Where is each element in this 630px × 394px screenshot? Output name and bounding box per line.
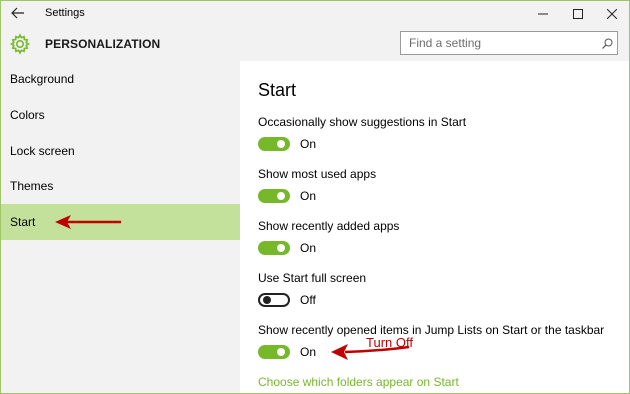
title-bar: Settings (1, 1, 629, 27)
sidebar-item-label: Background (10, 72, 75, 86)
sidebar-item-label: Start (10, 215, 36, 229)
sidebar: Background Colors Lock screen Themes Sta… (1, 61, 240, 393)
back-arrow-icon (11, 7, 24, 19)
toggle-state-label: Off (300, 293, 316, 307)
page-header: PERSONALIZATION (1, 27, 629, 61)
toggle-state-label: On (300, 189, 317, 203)
setting-recently-added-label: Show recently added apps (258, 219, 400, 233)
settings-window: Settings PERSONALIZATION Find a setting … (0, 0, 630, 394)
toggle-state-label: On (300, 345, 317, 359)
recently-added-apps-toggle[interactable] (258, 241, 290, 255)
close-icon (607, 9, 617, 19)
search-box[interactable] (400, 31, 618, 55)
page-title: PERSONALIZATION (45, 37, 161, 51)
gear-icon (9, 33, 31, 55)
toggle-knob (277, 244, 285, 252)
close-button[interactable] (595, 1, 629, 27)
toggle-knob (263, 296, 271, 304)
suggestions-toggle[interactable] (258, 137, 290, 151)
annotation-label: Turn Off (366, 335, 413, 350)
maximize-button[interactable] (561, 1, 595, 27)
search-icon[interactable] (597, 33, 617, 53)
sidebar-item-colors[interactable]: Colors (1, 97, 240, 133)
setting-suggestions-label: Occasionally show suggestions in Start (258, 115, 467, 129)
toggle-knob (277, 140, 285, 148)
sidebar-item-themes[interactable]: Themes (1, 168, 240, 204)
setting-full-screen-label: Use Start full screen (258, 271, 367, 285)
full-screen-toggle[interactable] (258, 293, 290, 307)
jump-lists-toggle[interactable] (258, 345, 290, 359)
section-title: Start (258, 80, 297, 100)
toggle-state-label: On (300, 241, 317, 255)
sidebar-item-label: Lock screen (10, 144, 75, 158)
back-button[interactable] (7, 3, 29, 23)
setting-jump-lists-label: Show recently opened items in Jump Lists… (258, 323, 605, 337)
main-content: Start Occasionally show suggestions in S… (240, 61, 629, 393)
sidebar-item-label: Colors (10, 108, 45, 122)
toggle-knob (277, 192, 285, 200)
sidebar-item-background[interactable]: Background (1, 61, 240, 97)
minimize-button[interactable] (526, 1, 560, 27)
sidebar-item-label: Themes (10, 179, 54, 193)
search-input[interactable] (401, 35, 597, 51)
most-used-apps-toggle[interactable] (258, 189, 290, 203)
minimize-icon (538, 13, 548, 15)
annotation-arrow-left (55, 215, 121, 229)
toggle-state-label: On (300, 137, 317, 151)
choose-folders-link[interactable]: Choose which folders appear on Start (258, 375, 459, 389)
toggle-knob (277, 348, 285, 356)
sidebar-item-lock-screen[interactable]: Lock screen (1, 133, 240, 169)
window-title: Settings (45, 7, 85, 19)
setting-most-used-label: Show most used apps (258, 167, 377, 181)
maximize-icon (573, 9, 583, 19)
